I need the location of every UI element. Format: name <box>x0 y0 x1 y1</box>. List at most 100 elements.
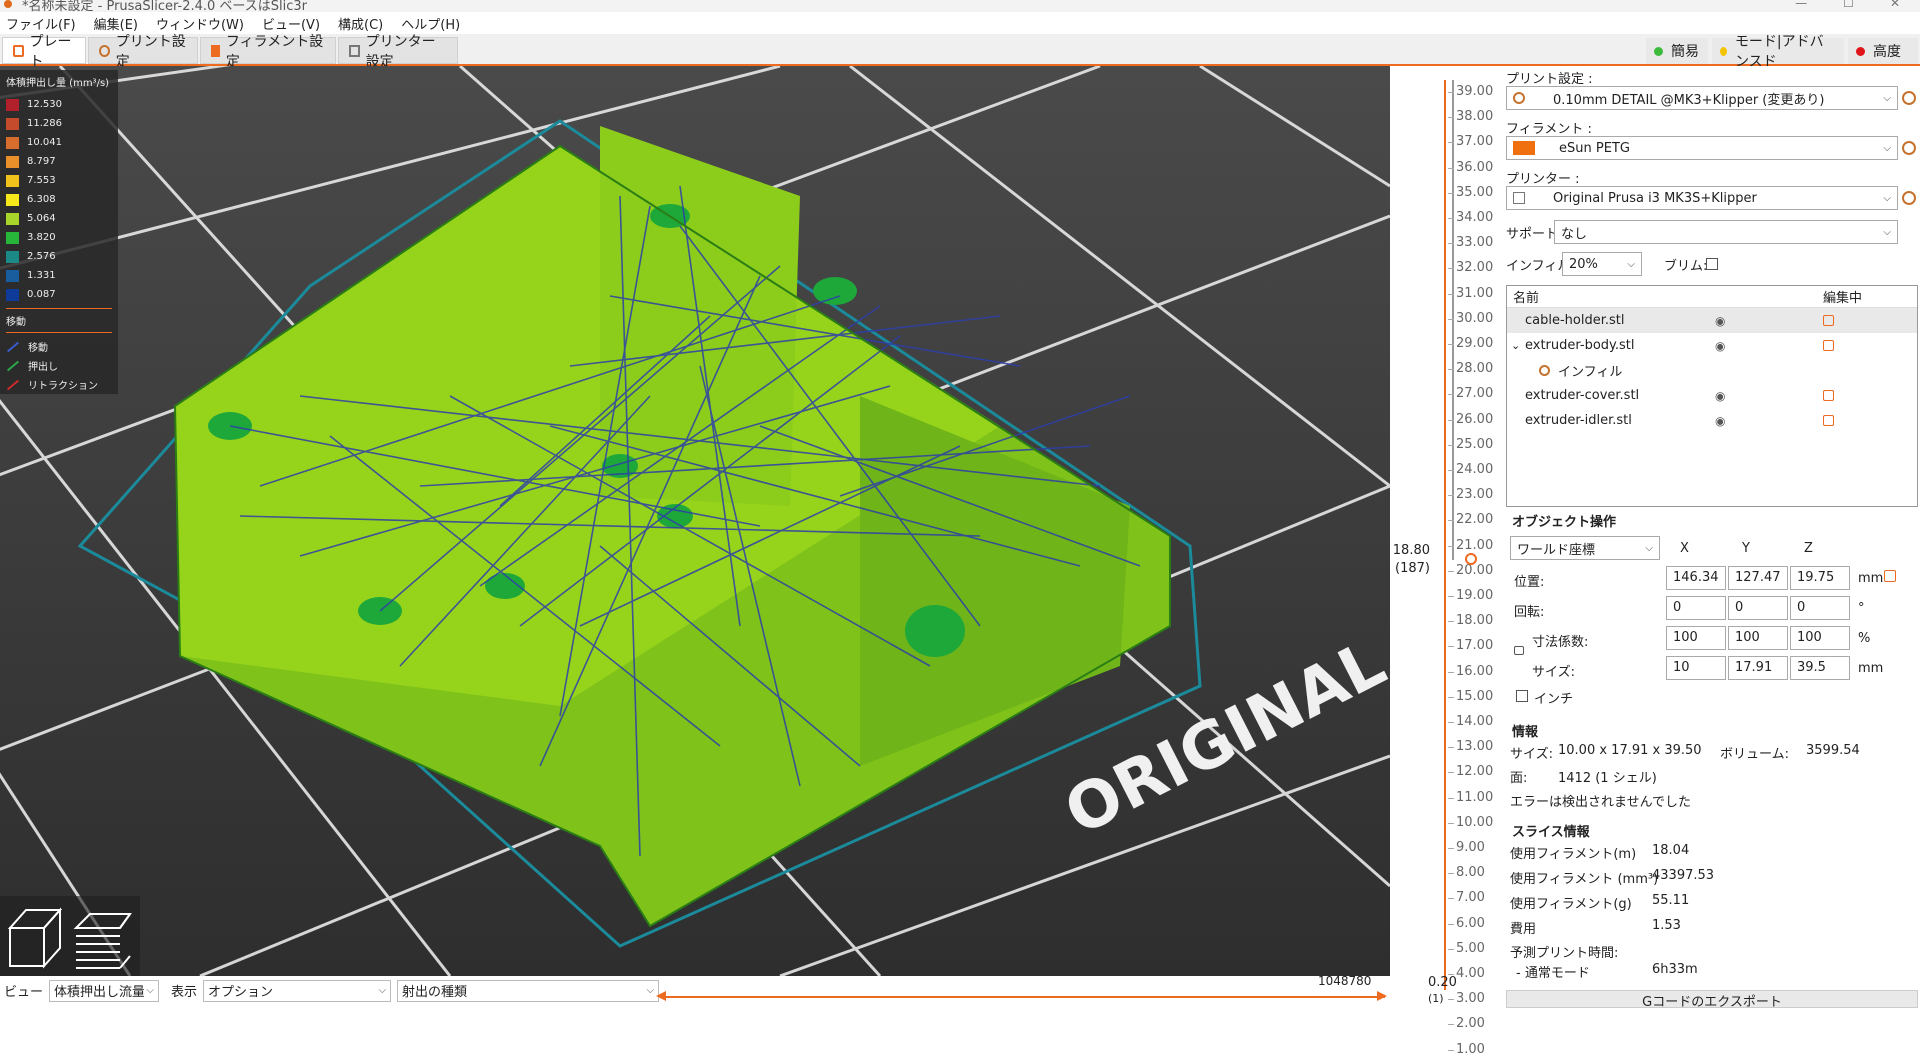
export-gcode-button[interactable]: Gコードのエクスポート <box>1506 990 1918 1008</box>
layer-tick-label: 1.00 <box>1448 1042 1500 1057</box>
layer-tick-label: 34.00 <box>1448 210 1500 225</box>
position-x-input[interactable]: 146.34 <box>1666 566 1726 590</box>
rotation-x-input[interactable]: 0 <box>1666 596 1726 620</box>
legend-entry: 2.576 <box>6 247 112 266</box>
tab-plater[interactable]: プレート <box>2 34 86 70</box>
show-label: 表示 <box>171 985 198 1000</box>
object-list-item[interactable]: cable-holder.stl ◉ <box>1507 308 1917 333</box>
view-type-combo[interactable]: 体積押出し流量 ⌵ <box>49 979 160 1002</box>
filament-settings-gear-icon[interactable] <box>1902 141 1916 155</box>
chevron-down-icon: ⌵ <box>1883 142 1891 154</box>
print-preset-combo[interactable]: 0.10mm DETAIL @MK3+Klipper (変更あり) ⌵ <box>1506 86 1898 110</box>
object-list-item[interactable]: extruder-idler.stl ◉ <box>1507 408 1917 433</box>
support-combo[interactable]: なし ⌵ <box>1554 220 1898 244</box>
3d-view-icon[interactable] <box>7 907 63 969</box>
layer-tick-label: 2.00 <box>1448 1016 1500 1031</box>
legend-swatch <box>6 269 19 282</box>
layer-tick-label: 38.00 <box>1448 109 1500 124</box>
col-editing: 編集中 <box>1823 291 1863 306</box>
legend-swatch <box>6 155 19 168</box>
col-name: 名前 <box>1513 291 1540 306</box>
slice-info-value: 1.53 <box>1652 918 1681 933</box>
printer-settings-gear-icon[interactable] <box>1902 191 1916 205</box>
layer-tick-label: 9.00 <box>1448 840 1500 855</box>
minimize-button[interactable]: — <box>1795 0 1807 10</box>
layer-slider-thumb[interactable] <box>1465 553 1477 565</box>
scale-x-input[interactable]: 100 <box>1666 626 1726 650</box>
legend-value: 8.797 <box>27 156 56 167</box>
window-controls: — ☐ ✕ <box>1795 0 1900 10</box>
legend-move-entry[interactable]: 移動 <box>6 337 112 356</box>
filament-color-swatch[interactable] <box>1513 141 1535 155</box>
rotation-label: 回転: <box>1514 605 1545 620</box>
rotation-unit: ° <box>1858 601 1865 616</box>
legend-line-icon <box>6 379 20 390</box>
layer-tick-label: 18.00 <box>1448 613 1500 628</box>
layer-tick-label: 36.00 <box>1448 160 1500 175</box>
close-button[interactable]: ✕ <box>1890 0 1900 10</box>
object-list-item[interactable]: ⌄ extruder-body.stl ◉ <box>1507 333 1917 358</box>
coordinate-combo[interactable]: ワールド座標 ⌵ <box>1510 536 1660 560</box>
size-y-input[interactable]: 17.91 <box>1728 656 1788 680</box>
lock-icon[interactable] <box>1514 646 1524 655</box>
legend-swatch <box>6 174 19 187</box>
3d-preview-canvas[interactable]: ORIGINAL P <box>0 66 1390 976</box>
layer-tick-label: 11.00 <box>1448 790 1500 805</box>
infill-combo[interactable]: 20% ⌵ <box>1562 252 1642 276</box>
legend-move-entry[interactable]: リトラクション <box>6 375 112 394</box>
mode-advanced-button[interactable]: モード|アドバンスド <box>1712 34 1844 70</box>
legend-swatch <box>6 117 19 130</box>
expand-chevron-icon[interactable]: ⌄ <box>1511 339 1525 352</box>
object-ops-title: オブジェクト操作 <box>1512 515 1617 530</box>
edit-object-icon[interactable] <box>1823 390 1834 401</box>
object-name: インフィル <box>1558 365 1623 380</box>
edit-object-icon[interactable] <box>1823 340 1834 351</box>
printer-preset-combo[interactable]: Original Prusa i3 MK3S+Klipper ⌵ <box>1506 186 1898 210</box>
legend-entry: 7.553 <box>6 171 112 190</box>
info-volume-value: 3599.54 <box>1806 743 1860 758</box>
normal-mode-value: 6h33m <box>1652 962 1698 977</box>
mode-simple-button[interactable]: 簡易 <box>1646 38 1708 64</box>
visibility-eye-icon[interactable]: ◉ <box>1715 389 1725 403</box>
options-combo[interactable]: オプション ⌵ <box>203 979 392 1002</box>
size-z-input[interactable]: 39.5 <box>1790 656 1850 680</box>
maximize-button[interactable]: ☐ <box>1843 0 1854 10</box>
drop-to-bed-icon[interactable] <box>1884 570 1896 582</box>
tab-print-settings[interactable]: プリント設定 <box>88 34 198 70</box>
rotation-z-input[interactable]: 0 <box>1790 596 1850 620</box>
tab-printer-settings[interactable]: プリンター設定 <box>338 34 458 70</box>
rotation-y-input[interactable]: 0 <box>1728 596 1788 620</box>
edit-object-icon[interactable] <box>1823 415 1834 426</box>
scale-z-input[interactable]: 100 <box>1790 626 1850 650</box>
size-x-input[interactable]: 10 <box>1666 656 1726 680</box>
legend-entry: 3.820 <box>6 228 112 247</box>
window-title: *名称未設定 - PrusaSlicer-2.4.0 ベースはSlic3r <box>22 0 308 12</box>
brim-checkbox[interactable] <box>1706 258 1718 270</box>
layer-slider-track[interactable] <box>1444 80 1446 990</box>
edit-object-icon[interactable] <box>1823 315 1834 326</box>
legend-entry: 5.064 <box>6 209 112 228</box>
horizontal-move-slider[interactable] <box>660 996 1385 998</box>
position-y-input[interactable]: 127.47 <box>1728 566 1788 590</box>
visibility-eye-icon[interactable]: ◉ <box>1715 314 1725 328</box>
tab-filament-settings[interactable]: フィラメント設定 <box>200 34 336 70</box>
layer-tick-label: 26.00 <box>1448 412 1500 427</box>
preview-view-icon[interactable] <box>73 913 132 969</box>
object-list-item[interactable]: インフィル <box>1507 358 1917 383</box>
print-settings-gear-icon[interactable] <box>1902 91 1916 105</box>
extrusion-type-combo[interactable]: 射出の種類 ⌵ <box>397 979 660 1002</box>
scale-y-input[interactable]: 100 <box>1728 626 1788 650</box>
legend-entry: 6.308 <box>6 190 112 209</box>
filament-label: フィラメント : <box>1506 122 1592 137</box>
legend-move-entry[interactable]: 押出し <box>6 356 112 375</box>
legend-moves-title: 移動 <box>6 317 26 328</box>
position-z-input[interactable]: 19.75 <box>1790 566 1850 590</box>
visibility-eye-icon[interactable]: ◉ <box>1715 414 1725 428</box>
object-list-item[interactable]: extruder-cover.stl ◉ <box>1507 383 1917 408</box>
inch-checkbox[interactable] <box>1516 690 1528 702</box>
chevron-down-icon: ⌵ <box>146 985 155 996</box>
mode-expert-button[interactable]: 高度 <box>1848 38 1918 64</box>
visibility-eye-icon[interactable]: ◉ <box>1715 339 1725 353</box>
filament-preset-combo[interactable]: eSun PETG ⌵ <box>1506 136 1898 160</box>
layer-slider-area <box>1390 66 1502 1005</box>
